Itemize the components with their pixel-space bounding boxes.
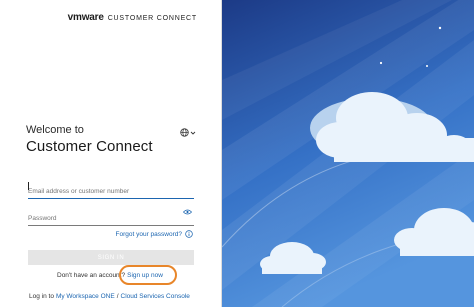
hero-illustration <box>222 0 474 307</box>
workspace-one-link[interactable]: My Workspace ONE <box>56 293 115 300</box>
forgot-password: Forgot your password? <box>116 230 193 238</box>
globe-icon <box>180 128 189 137</box>
vmware-logo: vmware <box>67 12 104 23</box>
chevron-down-icon <box>190 131 196 135</box>
info-icon[interactable] <box>185 230 193 238</box>
sign-in-button[interactable]: SIGN IN <box>28 250 194 265</box>
brand-name: CUSTOMER CONNECT <box>107 15 197 22</box>
email-input[interactable] <box>28 186 194 199</box>
sky-background <box>222 0 474 307</box>
login-page: vmware CUSTOMER CONNECT Welcome to Custo… <box>0 0 474 307</box>
language-selector[interactable] <box>180 128 196 137</box>
link-separator: / <box>116 293 119 300</box>
sign-up-link[interactable]: Sign up now <box>127 272 163 279</box>
password-field <box>28 207 194 226</box>
text-cursor <box>28 182 29 190</box>
signup-row: Don't have an account? Sign up now <box>57 272 163 279</box>
welcome-text: Welcome to <box>26 124 84 136</box>
login-panel: vmware CUSTOMER CONNECT Welcome to Custo… <box>0 0 222 307</box>
cloud-services-link[interactable]: Cloud Services Console <box>121 293 190 300</box>
page-title: Customer Connect <box>26 138 153 155</box>
alternate-login-row: Log in to My Workspace ONE / Cloud Servi… <box>29 293 190 300</box>
eye-icon[interactable] <box>183 209 192 215</box>
email-field <box>28 180 194 199</box>
brand-header: vmware CUSTOMER CONNECT <box>68 12 197 23</box>
login-prefix-text: Log in to <box>29 293 54 300</box>
forgot-password-link[interactable]: Forgot your password? <box>116 231 182 238</box>
password-input[interactable] <box>28 213 194 226</box>
no-account-text: Don't have an account? <box>57 272 126 279</box>
